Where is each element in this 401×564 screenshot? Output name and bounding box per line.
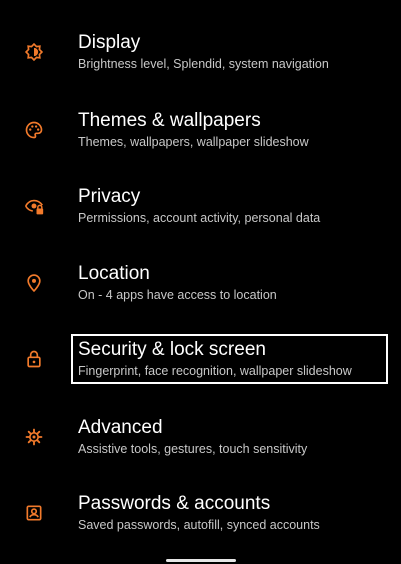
setting-summary: Saved passwords, autofill, synced accoun… xyxy=(78,518,320,532)
account-box-icon xyxy=(22,501,46,525)
lock-icon xyxy=(22,347,46,371)
palette-icon xyxy=(22,118,46,142)
setting-item-advanced[interactable]: Advanced Assistive tools, gestures, touc… xyxy=(6,405,395,469)
setting-item-text: Privacy Permissions, account activity, p… xyxy=(78,186,389,226)
setting-item-text: Themes & wallpapers Themes, wallpapers, … xyxy=(78,110,389,150)
setting-item-text: Display Brightness level, Splendid, syst… xyxy=(78,32,389,72)
setting-title: Privacy xyxy=(78,186,141,207)
setting-summary: On - 4 apps have access to location xyxy=(78,288,277,302)
gear-icon xyxy=(22,425,46,449)
home-gesture-bar[interactable] xyxy=(166,559,236,562)
setting-item-privacy[interactable]: Privacy Permissions, account activity, p… xyxy=(6,174,395,238)
setting-item-location[interactable]: Location On - 4 apps have access to loca… xyxy=(6,251,395,315)
setting-item-text: Location On - 4 apps have access to loca… xyxy=(78,263,389,303)
settings-screen: Display Brightness level, Splendid, syst… xyxy=(6,0,395,564)
setting-item-text: Passwords & accounts Saved passwords, au… xyxy=(78,493,389,533)
setting-item-display[interactable]: Display Brightness level, Splendid, syst… xyxy=(6,20,395,84)
setting-summary: Assistive tools, gestures, touch sensiti… xyxy=(78,442,308,456)
setting-item-themes-wallpapers[interactable]: Themes & wallpapers Themes, wallpapers, … xyxy=(6,98,395,162)
setting-item-text: Advanced Assistive tools, gestures, touc… xyxy=(78,417,389,457)
setting-summary: Themes, wallpapers, wallpaper slideshow xyxy=(78,135,309,149)
setting-item-passwords-accounts[interactable]: Passwords & accounts Saved passwords, au… xyxy=(6,481,395,545)
setting-title: Passwords & accounts xyxy=(78,493,271,514)
setting-summary: Permissions, account activity, personal … xyxy=(78,211,321,225)
focus-highlight xyxy=(71,334,388,384)
setting-summary: Brightness level, Splendid, system navig… xyxy=(78,57,329,71)
setting-title: Location xyxy=(78,263,150,284)
setting-title: Themes & wallpapers xyxy=(78,110,261,131)
display-brightness-icon xyxy=(22,40,46,64)
privacy-eye-lock-icon xyxy=(22,194,46,218)
location-pin-icon xyxy=(22,271,46,295)
setting-title: Display xyxy=(78,32,141,53)
setting-title: Advanced xyxy=(78,417,163,438)
